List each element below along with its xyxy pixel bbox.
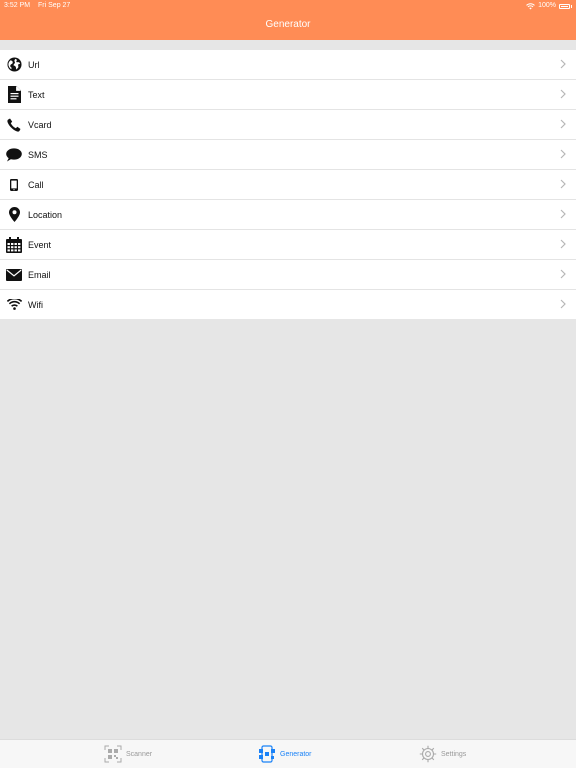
list-item-call[interactable]: Call (0, 170, 576, 200)
calendar-icon (0, 230, 28, 259)
page-title: Generator (265, 19, 311, 30)
gear-icon (419, 745, 437, 763)
list-item-label: SMS (28, 149, 48, 160)
battery-percent: 100% (538, 2, 556, 9)
list-item-vcard[interactable]: Vcard (0, 110, 576, 140)
tab-label: Scanner (126, 750, 153, 758)
document-icon (0, 80, 28, 109)
status-left: 3:52 PM Fri Sep 27 (4, 0, 70, 12)
status-right: 100% (526, 0, 572, 12)
list-item-url[interactable]: Url (0, 50, 576, 80)
list-item-label: Url (28, 59, 40, 70)
list-item-label: Vcard (28, 119, 52, 130)
navigation-header: 3:52 PM Fri Sep 27 100% Generator (0, 0, 576, 40)
chevron-right-icon (560, 299, 566, 309)
tab-scanner[interactable]: Scanner (104, 745, 152, 763)
chat-bubble-icon (0, 140, 28, 169)
list-item-label: Email (28, 269, 51, 280)
chevron-right-icon (560, 239, 566, 249)
tab-generator[interactable]: Generator (258, 745, 312, 763)
qr-generator-icon (259, 745, 275, 763)
list-item-label: Call (28, 179, 44, 190)
list-item-wifi[interactable]: Wifi (0, 290, 576, 319)
chevron-right-icon (560, 179, 566, 189)
chevron-right-icon (560, 89, 566, 99)
wifi-icon (0, 290, 28, 319)
list-item-label: Location (28, 209, 63, 220)
chevron-right-icon (560, 119, 566, 129)
tab-bar: Scanner Generator Settings (0, 739, 576, 768)
envelope-icon (0, 260, 28, 289)
chevron-right-icon (560, 269, 566, 279)
list-item-event[interactable]: Event (0, 230, 576, 260)
battery-icon (559, 3, 570, 9)
chevron-right-icon (560, 209, 566, 219)
chevron-right-icon (560, 149, 566, 159)
battery-tip (571, 4, 572, 8)
generator-list: Url Text Vcard SMS Call Location Event E… (0, 50, 576, 319)
chevron-right-icon (560, 59, 566, 69)
mobile-phone-icon (0, 170, 28, 199)
status-bar: 3:52 PM Fri Sep 27 100% (0, 0, 576, 12)
list-item-text[interactable]: Text (0, 80, 576, 110)
list-item-label: Wifi (28, 299, 43, 310)
list-item-email[interactable]: Email (0, 260, 576, 290)
globe-icon (0, 50, 28, 79)
phone-handset-icon (0, 110, 28, 139)
tab-settings[interactable]: Settings (419, 745, 466, 763)
map-pin-icon (0, 200, 28, 229)
qr-scan-icon (104, 745, 122, 763)
status-date: Fri Sep 27 (38, 2, 71, 9)
status-time: 3:52 PM (4, 2, 31, 9)
list-item-location[interactable]: Location (0, 200, 576, 230)
tab-label: Settings (441, 750, 467, 758)
list-item-label: Text (28, 89, 45, 100)
list-item-sms[interactable]: SMS (0, 140, 576, 170)
list-item-label: Event (28, 239, 52, 250)
wifi-status-icon (526, 2, 535, 9)
tab-label: Generator (280, 750, 312, 758)
